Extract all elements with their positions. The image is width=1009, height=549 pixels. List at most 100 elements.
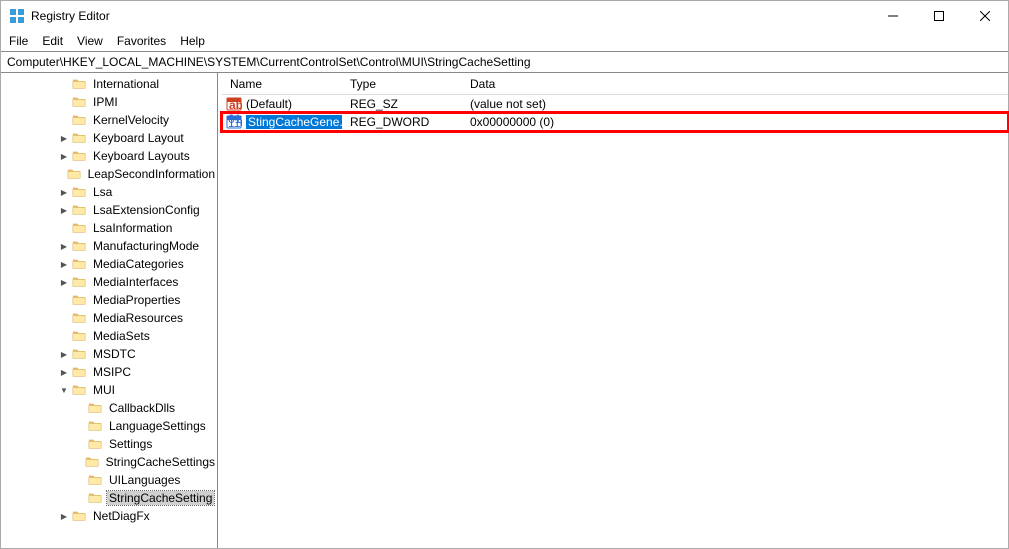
tree-item[interactable]: ▶ Keyboard Layout	[1, 129, 217, 147]
tree-item-label: IPMI	[91, 95, 120, 109]
folder-icon	[87, 473, 103, 487]
menu-edit[interactable]: Edit	[42, 34, 63, 48]
expand-icon[interactable]: ▶	[57, 188, 71, 197]
menu-file[interactable]: File	[9, 34, 28, 48]
expand-icon[interactable]: ▶	[57, 206, 71, 215]
tree-item[interactable]: ▶MediaInterfaces	[1, 273, 217, 291]
tree-item[interactable]: International	[1, 75, 217, 93]
menu-help[interactable]: Help	[180, 34, 205, 48]
column-header-name[interactable]: Name	[222, 77, 342, 91]
tree-item[interactable]: Settings	[1, 435, 217, 453]
column-header-data[interactable]: Data	[462, 77, 1008, 91]
folder-icon	[71, 77, 87, 91]
tree-item-label: Keyboard Layouts	[91, 149, 192, 163]
folder-icon	[71, 131, 87, 145]
address-text: Computer\HKEY_LOCAL_MACHINE\SYSTEM\Curre…	[7, 55, 531, 69]
close-button[interactable]	[962, 1, 1008, 31]
expand-icon[interactable]: ▶	[57, 350, 71, 359]
tree-item-label: NetDiagFx	[91, 509, 152, 523]
tree-item-label: StringCacheSettings	[104, 455, 217, 469]
folder-icon	[66, 167, 82, 181]
tree-item-label: Settings	[107, 437, 154, 451]
expand-icon[interactable]: ▶	[57, 278, 71, 287]
tree-item[interactable]: UILanguages	[1, 471, 217, 489]
tree-item-label: LanguageSettings	[107, 419, 208, 433]
tree-item[interactable]: IPMI	[1, 93, 217, 111]
tree-item[interactable]: LsaInformation	[1, 219, 217, 237]
value-name: (Default)	[246, 97, 292, 111]
window-controls	[870, 1, 1008, 31]
app-icon	[9, 8, 25, 24]
binary-value-icon	[226, 114, 242, 130]
folder-icon	[71, 95, 87, 109]
value-data: 0x00000000 (0)	[462, 115, 1008, 129]
folder-icon	[71, 383, 87, 397]
tree-item[interactable]: ▶ NetDiagFx	[1, 507, 217, 525]
folder-icon	[71, 329, 87, 343]
menubar: File Edit View Favorites Help	[1, 31, 1008, 51]
folder-icon	[71, 113, 87, 127]
folder-icon	[71, 509, 87, 523]
folder-icon	[87, 419, 103, 433]
folder-icon	[71, 185, 87, 199]
expand-icon[interactable]: ▶	[57, 512, 71, 521]
tree-item[interactable]: ▶MediaCategories	[1, 255, 217, 273]
value-type: REG_SZ	[342, 97, 462, 111]
tree-item[interactable]: ▼ MUI	[1, 381, 217, 399]
collapse-icon[interactable]: ▼	[57, 386, 71, 395]
tree-item[interactable]: MediaSets	[1, 327, 217, 345]
value-type: REG_DWORD	[342, 115, 462, 129]
menu-favorites[interactable]: Favorites	[117, 34, 166, 48]
tree-item[interactable]: ▶Lsa	[1, 183, 217, 201]
minimize-button[interactable]	[870, 1, 916, 31]
folder-icon	[87, 437, 103, 451]
list-row[interactable]: (Default) REG_SZ(value not set)	[222, 95, 1008, 113]
column-header-type[interactable]: Type	[342, 77, 462, 91]
tree-item[interactable]: LanguageSettings	[1, 417, 217, 435]
tree-item-label: MSDTC	[91, 347, 138, 361]
maximize-button[interactable]	[916, 1, 962, 31]
tree-item-label: ManufacturingMode	[91, 239, 201, 253]
folder-icon	[71, 347, 87, 361]
folder-icon	[71, 239, 87, 253]
tree-item[interactable]: CallbackDlls	[1, 399, 217, 417]
tree-item[interactable]: KernelVelocity	[1, 111, 217, 129]
tree-item[interactable]: StringCacheSettings	[1, 453, 217, 471]
tree-item-label: MUI	[91, 383, 117, 397]
list-body[interactable]: (Default) REG_SZ(value not set) StingCache…	[222, 95, 1008, 131]
tree-pane[interactable]: International IPMI KernelVelocity ▶ Keyboard…	[1, 73, 218, 548]
tree-item[interactable]: ▶ MSIPC	[1, 363, 217, 381]
expand-icon[interactable]: ▶	[57, 134, 71, 143]
main-split: International IPMI KernelVelocity ▶ Keyboard…	[1, 73, 1008, 548]
tree-item[interactable]: ▶ Keyboard Layouts	[1, 147, 217, 165]
tree-item-label: LsaInformation	[91, 221, 174, 235]
tree-item[interactable]: ▶ MSDTC	[1, 345, 217, 363]
tree-item[interactable]: MediaProperties	[1, 291, 217, 309]
folder-icon	[71, 257, 87, 271]
tree-item[interactable]: LeapSecondInformation	[1, 165, 217, 183]
tree-item-label: CallbackDlls	[107, 401, 177, 415]
tree-item[interactable]: ▶LsaExtensionConfig	[1, 201, 217, 219]
string-value-icon	[226, 96, 242, 112]
value-data: (value not set)	[462, 97, 1008, 111]
tree-item-label: Keyboard Layout	[91, 131, 186, 145]
folder-icon	[87, 401, 103, 415]
folder-icon	[71, 293, 87, 307]
tree-item[interactable]: StringCacheSetting	[1, 489, 217, 507]
window-title: Registry Editor	[31, 9, 870, 23]
folder-icon	[71, 203, 87, 217]
tree-item-label: StringCacheSetting	[107, 491, 214, 505]
expand-icon[interactable]: ▶	[57, 260, 71, 269]
tree-item[interactable]: ▶ ManufacturingMode	[1, 237, 217, 255]
folder-icon	[84, 455, 100, 469]
tree-item[interactable]: MediaResources	[1, 309, 217, 327]
address-bar[interactable]: Computer\HKEY_LOCAL_MACHINE\SYSTEM\Curre…	[1, 51, 1008, 73]
value-name: StingCacheGene...	[246, 115, 342, 129]
list-row[interactable]: StingCacheGene...REG_DWORD0x00000000 (0)	[222, 113, 1008, 131]
expand-icon[interactable]: ▶	[57, 152, 71, 161]
menu-view[interactable]: View	[77, 34, 103, 48]
tree-item-label: MSIPC	[91, 365, 133, 379]
expand-icon[interactable]: ▶	[57, 368, 71, 377]
expand-icon[interactable]: ▶	[57, 242, 71, 251]
folder-icon	[71, 221, 87, 235]
